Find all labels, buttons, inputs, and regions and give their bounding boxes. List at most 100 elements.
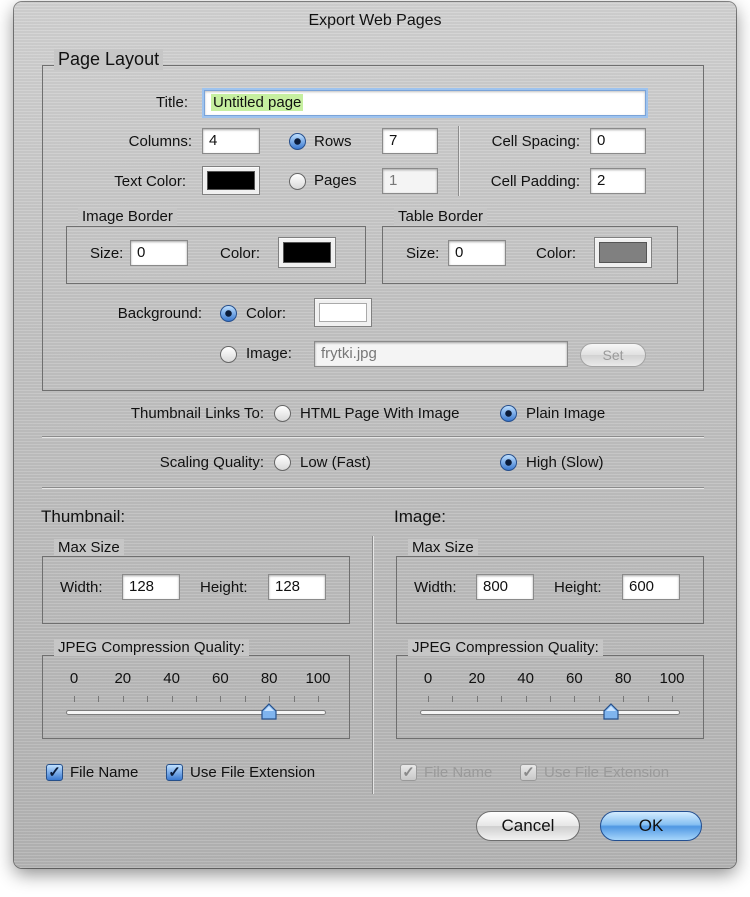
background-image-radio[interactable] bbox=[220, 346, 237, 363]
thumbnail-quality-tick bbox=[196, 696, 197, 702]
image-width-field[interactable]: 800 bbox=[476, 574, 534, 600]
thumbnail-quality-track[interactable] bbox=[66, 710, 326, 715]
image-border-size-label: Size: bbox=[90, 245, 124, 262]
background-color-radio[interactable] bbox=[220, 305, 237, 322]
image-quality-tick bbox=[501, 696, 503, 702]
html-page-radio[interactable] bbox=[274, 405, 291, 422]
background-color-swatch bbox=[319, 303, 367, 322]
column-divider bbox=[372, 536, 374, 794]
image-jpeg-legend: JPEG Compression Quality: bbox=[408, 639, 603, 656]
cell-spacing-field[interactable]: 0 bbox=[590, 128, 646, 154]
image-border-size-field[interactable]: 0 bbox=[130, 240, 188, 266]
title-field[interactable]: Untitled page bbox=[204, 90, 646, 116]
image-file-name-checkbox[interactable]: ✓ bbox=[400, 764, 417, 781]
image-border-color-swatch bbox=[283, 242, 331, 263]
thumbnail-quality-tick bbox=[293, 696, 295, 702]
background-color-well[interactable] bbox=[314, 298, 372, 327]
thumbnail-height-field[interactable]: 128 bbox=[268, 574, 326, 600]
thumbnail-quality-tick bbox=[244, 696, 246, 702]
background-image-field[interactable]: frytki.jpg bbox=[314, 341, 568, 367]
image-quality-tick bbox=[672, 696, 673, 702]
thumbnail-quality-tick bbox=[269, 696, 271, 702]
thumbnail-width-label: Width: bbox=[60, 579, 103, 596]
high-slow-label: High (Slow) bbox=[526, 454, 604, 471]
ok-button[interactable]: OK bbox=[600, 811, 702, 841]
rows-radio[interactable] bbox=[289, 133, 306, 150]
text-color-swatch bbox=[207, 171, 255, 190]
page-layout-legend: Page Layout bbox=[54, 49, 164, 70]
image-max-size-legend: Max Size bbox=[408, 539, 478, 556]
thumbnail-file-name-label: File Name bbox=[70, 764, 139, 781]
thumbnail-quality-tick bbox=[220, 696, 222, 702]
image-quality-scale-label: 80 bbox=[614, 670, 632, 687]
image-border-color-label: Color: bbox=[220, 245, 261, 262]
title-label: Title: bbox=[156, 94, 188, 111]
background-label: Background: bbox=[117, 305, 202, 322]
high-slow-radio[interactable] bbox=[500, 454, 517, 471]
thumbnail-use-extension-checkbox[interactable]: ✓ bbox=[166, 764, 183, 781]
low-fast-label: Low (Fast) bbox=[300, 454, 371, 471]
set-button[interactable]: Set bbox=[580, 343, 646, 367]
image-height-label: Height: bbox=[554, 579, 602, 596]
image-quality-scale-label: 20 bbox=[468, 670, 486, 687]
image-quality-tick bbox=[623, 696, 625, 702]
table-border-color-well[interactable] bbox=[594, 237, 652, 268]
image-quality-tick bbox=[428, 696, 429, 702]
image-use-extension-label: Use File Extension bbox=[544, 764, 670, 781]
plain-image-radio[interactable] bbox=[500, 405, 517, 422]
rows-label: Rows bbox=[314, 133, 352, 150]
cell-spacing-label: Cell Spacing: bbox=[491, 133, 580, 150]
rows-field[interactable]: 7 bbox=[382, 128, 438, 154]
thumbnail-width-field[interactable]: 128 bbox=[122, 574, 180, 600]
thumbnail-quality-tick bbox=[147, 696, 149, 702]
table-border-size-label: Size: bbox=[406, 245, 440, 262]
thumbnail-quality-scale-label: 20 bbox=[114, 670, 132, 687]
image-quality-scale-label: 100 bbox=[659, 670, 685, 687]
image-quality-tick bbox=[550, 696, 551, 702]
image-quality-tick bbox=[476, 696, 478, 702]
separator-1 bbox=[42, 436, 704, 438]
thumbnail-file-name-checkbox[interactable]: ✓ bbox=[46, 764, 63, 781]
image-quality-track[interactable] bbox=[420, 710, 680, 715]
cell-divider bbox=[458, 126, 460, 196]
thumbnail-use-extension-label: Use File Extension bbox=[190, 764, 316, 781]
thumbnail-quality-scale-label: 80 bbox=[260, 670, 278, 687]
scaling-quality-label: Scaling Quality: bbox=[159, 454, 264, 471]
low-fast-radio[interactable] bbox=[274, 454, 291, 471]
cell-padding-label: Cell Padding: bbox=[490, 173, 580, 190]
pages-field[interactable]: 1 bbox=[382, 168, 438, 194]
thumbnail-quality-tick bbox=[122, 696, 124, 702]
image-quality-tick bbox=[574, 696, 576, 702]
pages-label: Pages bbox=[314, 172, 357, 189]
thumbnail-links-label: Thumbnail Links To: bbox=[130, 405, 264, 422]
export-web-pages-dialog: Export Web Pages Page Layout Title: Unti… bbox=[14, 2, 736, 868]
cancel-button[interactable]: Cancel bbox=[476, 811, 580, 841]
pages-radio[interactable] bbox=[289, 173, 306, 190]
html-page-label: HTML Page With Image bbox=[300, 405, 460, 422]
image-quality-tick bbox=[525, 696, 527, 702]
thumbnail-quality-tick bbox=[74, 696, 75, 702]
background-color-label: Color: bbox=[246, 305, 287, 322]
image-heading: Image: bbox=[394, 507, 446, 526]
image-quality-tick bbox=[647, 696, 649, 702]
thumbnail-quality-scale-label: 60 bbox=[212, 670, 229, 687]
thumbnail-quality-slider[interactable]: 0 20 40 60 80 100 bbox=[66, 670, 331, 720]
image-quality-scale-label: 0 bbox=[423, 670, 433, 687]
thumbnail-quality-scale-label: 40 bbox=[163, 670, 180, 687]
image-use-extension-checkbox[interactable]: ✓ bbox=[520, 764, 537, 781]
image-quality-scale-label: 40 bbox=[517, 670, 534, 687]
image-quality-slider[interactable]: 0 20 40 60 80 100 bbox=[420, 670, 685, 720]
title-value: Untitled page bbox=[211, 94, 304, 111]
table-border-size-field[interactable]: 0 bbox=[448, 240, 506, 266]
thumbnail-quality-scale-label: 0 bbox=[69, 670, 79, 687]
text-color-well[interactable] bbox=[202, 166, 260, 195]
window-title: Export Web Pages bbox=[308, 12, 442, 29]
cell-padding-field[interactable]: 2 bbox=[590, 168, 646, 194]
columns-field[interactable]: 4 bbox=[202, 128, 260, 154]
image-height-field[interactable]: 600 bbox=[622, 574, 680, 600]
thumbnail-jpeg-legend: JPEG Compression Quality: bbox=[54, 639, 249, 656]
image-border-color-well[interactable] bbox=[278, 237, 336, 268]
background-image-label: Image: bbox=[246, 345, 292, 362]
text-color-label: Text Color: bbox=[114, 173, 186, 190]
thumbnail-height-label: Height: bbox=[200, 579, 248, 596]
